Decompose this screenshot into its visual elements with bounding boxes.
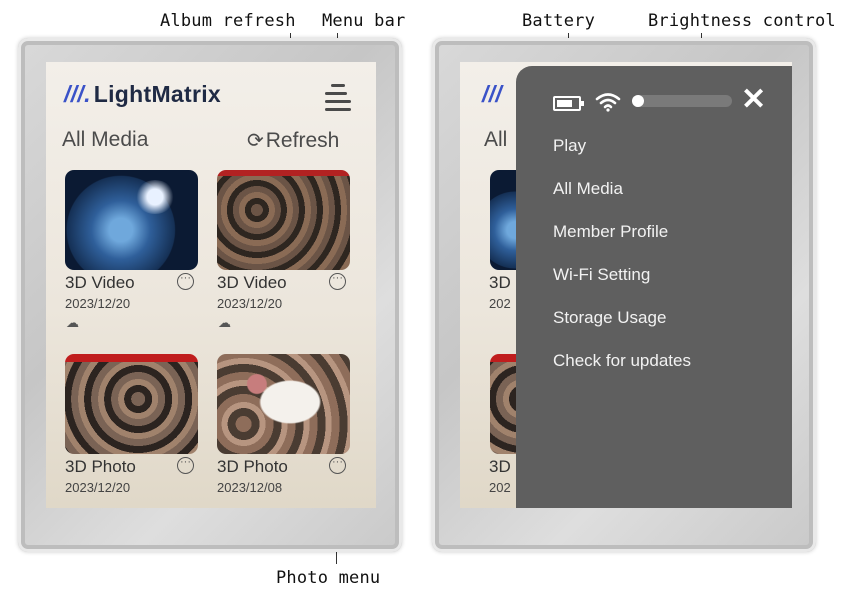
- menu-item-wifi-setting[interactable]: Wi-Fi Setting: [553, 265, 650, 285]
- bg-media-title: 3D: [489, 273, 511, 292]
- menu-bar-line: [325, 92, 347, 95]
- annotation-photo-menu: Photo menu: [276, 568, 381, 588]
- menu-item-member-profile[interactable]: Member Profile: [553, 222, 668, 242]
- menu-button[interactable]: [325, 84, 351, 112]
- refresh-label: Refresh: [265, 129, 340, 152]
- logo-mark: ///.: [64, 81, 91, 107]
- refresh-button[interactable]: ⟳Refresh: [247, 128, 339, 153]
- right-device-screen: /// All 3D 202 3D 202 ✕ Play All Media M…: [460, 62, 792, 508]
- annotation-menu-bar: Menu bar: [322, 11, 406, 31]
- annotation-album-refresh: Album refresh: [160, 11, 296, 31]
- side-menu-drawer: ✕ Play All Media Member Profile Wi-Fi Se…: [516, 66, 792, 508]
- media-date: 2023/12/20: [65, 296, 131, 311]
- media-title: 3D Photo: [217, 457, 288, 476]
- media-thumbnail[interactable]: [217, 354, 350, 454]
- menu-item-storage-usage[interactable]: Storage Usage: [553, 308, 666, 328]
- refresh-icon: ⟳: [247, 130, 264, 152]
- left-device-screen: ///. LightMatrix All Media ⟳Refresh 3D Vi…: [46, 62, 376, 508]
- media-thumbnail[interactable]: [217, 170, 350, 270]
- section-title: All Media: [62, 128, 149, 151]
- wifi-icon: [595, 93, 621, 112]
- photo-menu-icon[interactable]: ···: [329, 457, 346, 474]
- battery-icon: [553, 96, 584, 111]
- media-date: 2023/12/20: [217, 296, 283, 311]
- bg-media-date: 202: [489, 296, 511, 311]
- annotation-brightness-control: Brightness control: [648, 11, 836, 31]
- battery-level: [557, 100, 572, 107]
- logo-text: LightMatrix: [93, 81, 222, 107]
- battery-tip: [581, 101, 584, 106]
- media-date: 2023/12/08: [217, 480, 283, 495]
- close-icon[interactable]: ✕: [741, 83, 766, 117]
- more-options-icon[interactable]: ···: [329, 273, 346, 290]
- menu-bar-line: [331, 84, 345, 87]
- menu-bar-line: [325, 100, 351, 103]
- menu-item-play[interactable]: Play: [553, 136, 586, 156]
- menu-bar-line: [325, 108, 351, 111]
- media-thumbnail[interactable]: [65, 354, 198, 454]
- annotation-battery: Battery: [522, 11, 596, 31]
- bg-logo-mark: ///: [482, 81, 503, 107]
- menu-item-check-updates[interactable]: Check for updates: [553, 351, 691, 371]
- media-thumbnail[interactable]: [65, 170, 198, 270]
- more-options-icon[interactable]: ···: [177, 273, 194, 290]
- cloud-icon: ☁: [66, 315, 79, 330]
- brightness-slider[interactable]: [632, 95, 732, 107]
- bg-media-date: 202: [489, 480, 511, 495]
- app-logo: ///. LightMatrix: [64, 81, 221, 108]
- menu-item-all-media[interactable]: All Media: [553, 179, 623, 199]
- brightness-fill: [632, 95, 644, 107]
- cloud-icon: ☁: [218, 315, 231, 330]
- media-date: 2023/12/20: [65, 480, 131, 495]
- more-options-icon[interactable]: ···: [177, 457, 194, 474]
- bg-section-title: All: [484, 128, 508, 151]
- media-title: 3D Video: [217, 273, 287, 292]
- media-title: 3D Video: [65, 273, 135, 292]
- media-title: 3D Photo: [65, 457, 136, 476]
- bg-media-title: 3D: [489, 457, 511, 476]
